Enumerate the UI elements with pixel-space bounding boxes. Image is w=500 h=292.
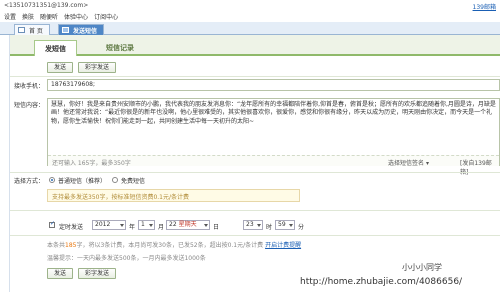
radio-free-sms-label: 免费短信 — [121, 178, 146, 185]
tab-compose-sms[interactable]: 发短信 — [34, 40, 77, 56]
top-bar: <13510731351@139.com> 139邮箱 设置 换肤 随便听 体验… — [0, 0, 500, 22]
content-textarea[interactable]: 慧慧，你好！我是来自贵州安顺市的小鹏，我代表我的朋友发消息你：“龙年愿所有的幸福… — [47, 98, 500, 176]
menu-skin[interactable]: 换肤 — [22, 12, 34, 21]
hour-select[interactable]: 23 — [243, 220, 263, 230]
tab-home[interactable]: 首 页 — [14, 24, 50, 35]
year-select[interactable]: 2012 — [92, 220, 126, 230]
tab-sms-history[interactable]: 短信记录 — [96, 40, 144, 56]
menu-subscribe[interactable]: 订阅中心 — [94, 12, 118, 21]
month-quota: 30 — [158, 242, 166, 249]
chevron-down-icon: ▾ — [425, 160, 429, 167]
main-tab-bar: 首 页 发送短信 — [0, 22, 500, 35]
sender-tag: [发自139邮箱] — [460, 160, 492, 176]
home-icon — [18, 27, 25, 33]
menu-settings[interactable]: 设置 — [4, 12, 16, 21]
left-gutter — [0, 35, 10, 292]
account-email: <13510731351@139.com> — [4, 2, 89, 9]
scheduled-send-label: 定时发送 — [59, 224, 84, 231]
send-button-bottom[interactable]: 发送 — [47, 268, 73, 279]
day-unit: 日 — [213, 224, 220, 231]
tab-home-label: 首 页 — [29, 28, 43, 35]
send-mode-note: 支持最多发送350字，按标准短信资费0.1元/条计费 — [47, 189, 300, 202]
watermark-url: http://home.zhubajie.com/4086656/ — [300, 277, 463, 287]
year-unit: 年 — [129, 224, 136, 231]
send-button-top[interactable]: 发送 — [47, 62, 73, 73]
char-counter: 还可输入 165字，最多350字 — [52, 160, 131, 167]
minute-unit: 分 — [298, 224, 305, 231]
top-menu: 设置 换肤 随便听 体验中心 订阅中心 — [4, 12, 118, 21]
radio-normal-sms-label: 普通短信（推荐） — [58, 178, 107, 185]
receiver-input[interactable]: 18763179608; — [47, 79, 500, 91]
sub-tab-bar: 发短信 短信记录 — [10, 35, 500, 56]
divider — [10, 210, 500, 211]
divider — [10, 172, 500, 173]
hour-value: 23 — [246, 221, 254, 228]
day-value: 22 — [169, 221, 177, 228]
color-send-button-bottom[interactable]: 彩字发送 — [78, 268, 116, 279]
content-text: 慧慧，你好！我是来自贵州安顺市的小鹏，我代表我的朋友发消息你：“龙年愿所有的幸福… — [51, 101, 496, 125]
month-value: 1 — [141, 221, 145, 228]
weekday: 星期天 — [178, 221, 197, 228]
radio-normal-sms[interactable] — [49, 177, 55, 183]
tip-text: 温馨提示：一天内最多发送500条，一月内最多发送1000条 — [47, 255, 206, 262]
divider — [10, 235, 500, 236]
year-value: 2012 — [95, 221, 111, 228]
month-select[interactable]: 1 — [138, 220, 155, 230]
tab-send-sms-label: 发送短信 — [73, 28, 98, 35]
content-label: 短信内容： — [14, 102, 45, 109]
receiver-label: 接收手机： — [14, 83, 45, 90]
tab-send-sms[interactable]: 发送短信 — [58, 24, 105, 35]
signature-select[interactable]: 选择短信签名 ▾ — [388, 158, 429, 167]
billing-text-b: 字，将以3条计费，本月尚可发 — [76, 242, 159, 249]
radio-free-sms[interactable] — [112, 177, 118, 183]
sms-icon — [62, 27, 69, 33]
billing-text-c: 条，已发52条，超出按0.1元/条计费 — [165, 242, 264, 249]
char-count: 185 — [65, 242, 77, 249]
menu-experience[interactable]: 体验中心 — [64, 12, 88, 21]
mailbox-link[interactable]: 139邮箱 — [473, 2, 496, 11]
watermark-name: 小小小同学 — [402, 263, 442, 272]
scheduled-send-checkbox[interactable] — [49, 220, 55, 228]
minute-select[interactable]: 59 — [275, 220, 295, 230]
menu-music[interactable]: 随便听 — [40, 12, 58, 21]
billing-info: 本条共185字，将以3条计费，本月尚可发30条，已发52条，超出按0.1元/条计… — [47, 240, 301, 249]
hour-unit: 时 — [266, 224, 273, 231]
color-send-button-top[interactable]: 彩字发送 — [78, 62, 116, 73]
divider — [10, 76, 500, 77]
minute-value: 59 — [278, 221, 286, 228]
billing-text-a: 本条共 — [47, 242, 66, 249]
signature-label: 选择短信签名 — [388, 160, 425, 167]
day-select[interactable]: 22 星期天 — [166, 220, 210, 230]
content-footer: 还可输入 165字，最多350字 选择短信签名 ▾ [发自139邮箱] — [48, 155, 499, 176]
month-unit: 月 — [158, 224, 165, 231]
send-mode-label: 选择方式： — [14, 178, 45, 185]
billing-reminder-link[interactable]: 开启计费提醒 — [265, 242, 301, 249]
